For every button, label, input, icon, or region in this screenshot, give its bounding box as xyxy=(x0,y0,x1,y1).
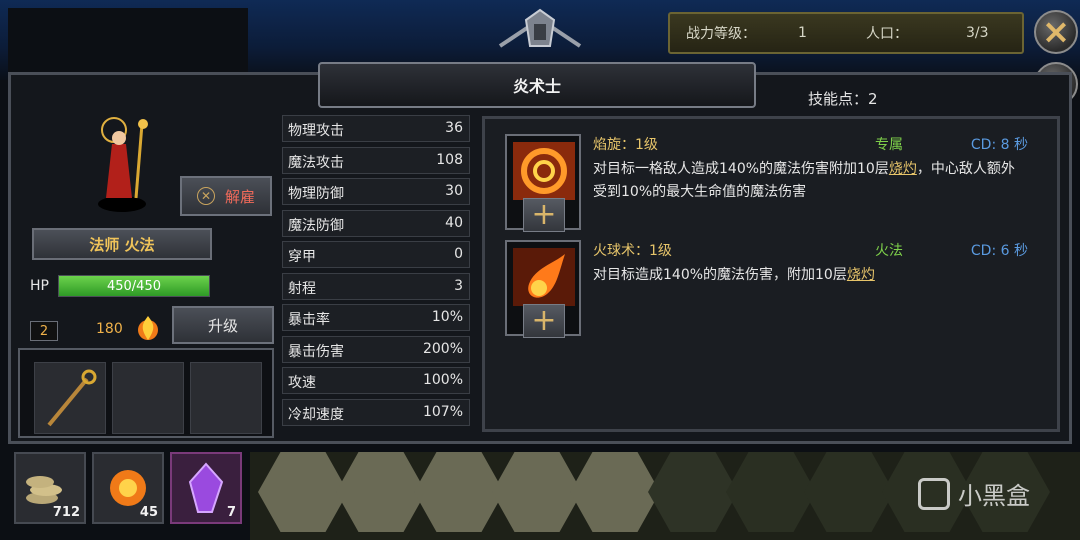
hero-class-label: 法师 火法 xyxy=(32,228,212,260)
skill-upgrade-button[interactable]: + xyxy=(523,198,565,232)
stat-row: 魔法防御 40 xyxy=(282,209,470,237)
fireball-icon xyxy=(513,248,575,306)
stat-row: 暴击伤害 200% xyxy=(282,335,470,363)
watermark: 小黑盒 xyxy=(918,476,1030,511)
staff-icon xyxy=(47,369,97,427)
page-title: 炎术士 xyxy=(318,62,756,108)
stat-label: 魔法攻击 xyxy=(288,154,344,171)
stat-value: 36 xyxy=(445,120,463,136)
stat-row: 射程 3 xyxy=(282,272,470,300)
inventory-slot-crystal[interactable]: 7 xyxy=(170,452,242,524)
stat-value: 10% xyxy=(431,309,463,325)
skill-card-1: + 焰旋：1级 专属 CD: 8 秒 对目标一格敌人造成140%的魔法伤害附加1… xyxy=(505,134,1030,244)
map-hex[interactable] xyxy=(336,452,426,532)
skill-body: 焰旋：1级 专属 CD: 8 秒 对目标一格敌人造成140%的魔法伤害附加10层… xyxy=(589,134,1030,232)
skill-icon-frame: + xyxy=(505,134,581,232)
equipment-panel xyxy=(18,348,274,438)
keyword-link[interactable]: 烧灼 xyxy=(847,267,875,283)
stat-label: 暴击伤害 xyxy=(288,343,344,360)
dismiss-button[interactable]: ✕ 解雇 xyxy=(180,176,272,216)
hp-value: 450/450 xyxy=(106,278,161,294)
power-label: 战力等级： xyxy=(686,26,756,42)
skill-name: 火球术：1级 xyxy=(593,243,672,259)
close-icon[interactable]: × xyxy=(1034,10,1078,54)
map-hex[interactable] xyxy=(726,452,816,532)
stat-value: 40 xyxy=(445,214,463,231)
stat-label: 暴击率 xyxy=(288,312,330,328)
stat-label: 穿甲 xyxy=(288,249,316,265)
stat-label: 物理攻击 xyxy=(288,123,344,139)
skill-points: 技能点：2 xyxy=(808,90,878,108)
stat-value: 3 xyxy=(454,277,463,294)
skill-cooldown: CD: 8 秒 xyxy=(970,137,1028,153)
stats-list: 物理攻击 36 魔法攻击 108 物理防御 30 魔法防御 40 穿甲 0 射程 3 暴击率 10% 暴击伤… xyxy=(282,115,470,430)
skill-card-2: + 火球术：1级 火法 CD: 6 秒 对目标造成140%的魔法伤害，附加10层… xyxy=(505,240,1030,350)
upgrade-button[interactable]: 升级 xyxy=(172,306,274,344)
stat-label: 攻速 xyxy=(288,375,316,391)
skill-name: 焰旋：1级 xyxy=(593,137,658,153)
resource-inventory: 712 45 7 xyxy=(8,448,248,534)
watermark-logo-icon xyxy=(918,477,950,510)
map-hex[interactable] xyxy=(648,452,738,532)
map-hex[interactable] xyxy=(570,452,660,532)
stat-row: 暴击率 10% xyxy=(282,304,470,331)
item-count: 45 xyxy=(139,505,158,520)
stat-value: 200% xyxy=(422,340,463,357)
skill-desc-text: 对目标一格敌人造成140%的魔法伤害附加10层 xyxy=(593,161,889,177)
population-label: 人口： xyxy=(866,26,908,42)
skill-cooldown: CD: 6 秒 xyxy=(970,243,1028,259)
equipment-slot-2[interactable] xyxy=(112,362,184,434)
fire-essence-icon xyxy=(138,316,158,340)
item-count: 7 xyxy=(226,505,236,520)
map-hex[interactable] xyxy=(492,452,582,532)
inventory-slot-fire[interactable]: 45 xyxy=(92,452,164,524)
skill-tag: 专属 xyxy=(875,137,903,153)
stat-row: 物理防御 30 xyxy=(282,178,470,205)
stat-label: 魔法防御 xyxy=(288,217,344,234)
stat-value: 107% xyxy=(422,403,463,420)
skill-body: 火球术：1级 火法 CD: 6 秒 对目标造成140%的魔法伤害，附加10层烧灼 xyxy=(589,240,1030,338)
upgrade-cost: 180 xyxy=(96,321,123,337)
power-status-bar: 战力等级： 1 人口： 3/3 xyxy=(668,12,1024,54)
stat-value: 108 xyxy=(436,151,463,168)
stat-row: 攻速 100% xyxy=(282,367,470,394)
hp-label: HP xyxy=(30,278,49,294)
population-value: 3/3 xyxy=(966,25,989,41)
stat-row: 穿甲 0 xyxy=(282,241,470,268)
skill-description: 对目标造成140%的魔法伤害，附加10层烧灼 xyxy=(589,262,1030,289)
skill-upgrade-button[interactable]: + xyxy=(523,304,565,338)
hp-bar: 450/450 xyxy=(58,275,210,297)
flame-swirl-icon xyxy=(513,142,575,200)
power-value: 1 xyxy=(798,25,807,41)
stat-label: 物理防御 xyxy=(288,186,344,202)
stat-label: 射程 xyxy=(288,280,316,297)
keyword-link[interactable]: 烧灼 xyxy=(889,161,917,177)
map-hex[interactable] xyxy=(414,452,504,532)
dismiss-label: 解雇 xyxy=(224,187,255,206)
hero-portrait xyxy=(98,117,148,212)
dismiss-icon: ✕ xyxy=(196,187,215,205)
hero-level: 2 xyxy=(30,321,58,341)
stat-label: 冷却速度 xyxy=(288,406,344,423)
stat-row: 物理攻击 36 xyxy=(282,115,470,142)
map-hex[interactable] xyxy=(258,452,348,532)
stat-row: 魔法攻击 108 xyxy=(282,146,470,174)
top-left-dark-area xyxy=(8,8,248,72)
inventory-slot-coins[interactable]: 712 xyxy=(14,452,86,524)
watermark-text: 小黑盒 xyxy=(958,482,1030,510)
equipment-slot-3[interactable] xyxy=(190,362,262,434)
stat-row: 冷却速度 107% xyxy=(282,398,470,426)
skill-desc-text: 对目标造成140%的魔法伤害，附加10层 xyxy=(593,267,847,283)
skill-description: 对目标一格敌人造成140%的魔法伤害附加10层烧灼，中心敌人额外受到10%的最大… xyxy=(589,156,1030,206)
stat-value: 30 xyxy=(445,183,463,199)
skill-tag: 火法 xyxy=(875,243,903,259)
crest-ornament-icon xyxy=(498,8,582,48)
item-count: 712 xyxy=(52,505,80,520)
equipment-slot-1[interactable] xyxy=(34,362,106,434)
map-hex[interactable] xyxy=(804,452,894,532)
stat-value: 100% xyxy=(422,372,463,388)
stat-value: 0 xyxy=(454,246,463,262)
skill-icon-frame: + xyxy=(505,240,581,338)
